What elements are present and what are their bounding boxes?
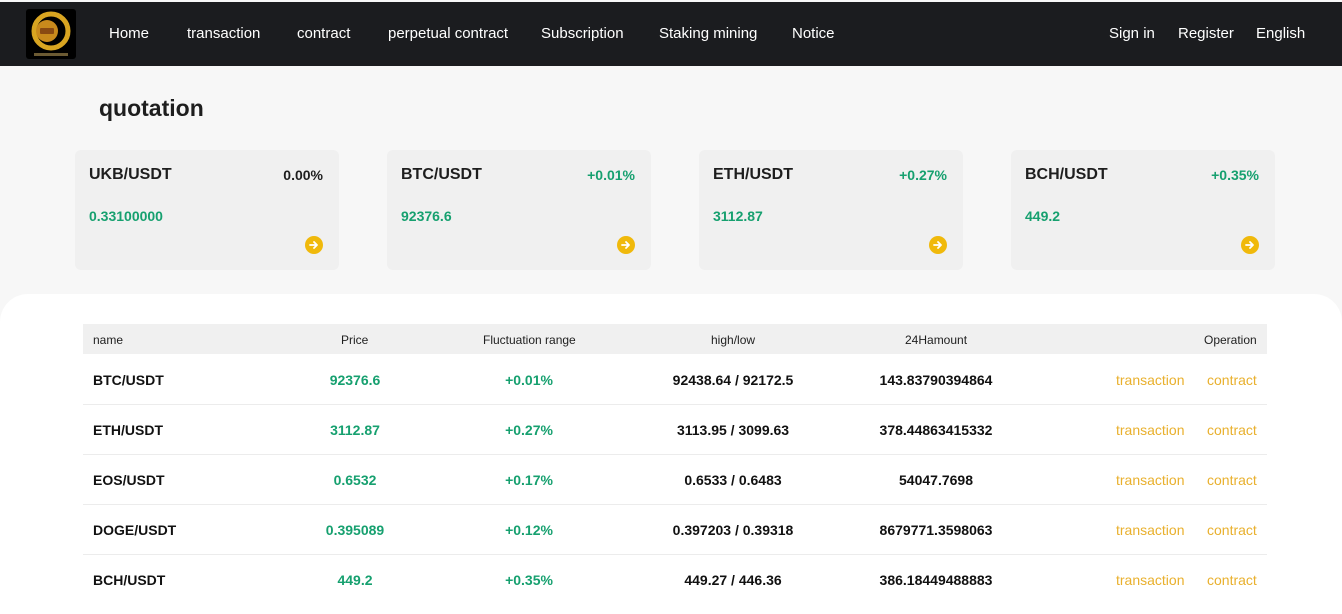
card-price: 3112.87	[713, 208, 763, 224]
contract-link[interactable]: contract	[1207, 522, 1257, 538]
card-symbol: ETH/USDT	[713, 166, 793, 183]
header-24h-amount: 24Hamount	[905, 333, 968, 347]
row-high-low: 3113.95 / 3099.63	[676, 422, 790, 438]
row-change: +0.35%	[505, 572, 553, 588]
quote-card[interactable]: ETH/USDT +0.27% 3112.87	[699, 150, 963, 270]
contract-link[interactable]: contract	[1207, 572, 1257, 588]
card-change: +0.01%	[587, 167, 635, 183]
transaction-link[interactable]: transaction	[1116, 472, 1184, 488]
arrow-right-circle-icon[interactable]	[305, 236, 323, 254]
header-change: Fluctuation range	[483, 333, 576, 347]
card-change: +0.35%	[1211, 167, 1259, 183]
row-amount: 54047.7698	[899, 472, 973, 488]
sign-in-link[interactable]: Sign in	[1109, 25, 1155, 42]
table-row[interactable]: BCH/USDT 449.2 +0.35% 449.27 / 446.36 38…	[83, 554, 1267, 604]
nav-transaction[interactable]: transaction	[187, 25, 260, 42]
table-row[interactable]: ETH/USDT 3112.87 +0.27% 3113.95 / 3099.6…	[83, 404, 1267, 455]
page-title: quotation	[99, 95, 204, 121]
row-amount: 143.83790394864	[879, 372, 993, 388]
transaction-link[interactable]: transaction	[1116, 522, 1184, 538]
header-high-low: high/low	[711, 333, 756, 347]
nav-home[interactable]: Home	[109, 25, 149, 42]
table-row[interactable]: EOS/USDT 0.6532 +0.17% 0.6533 / 0.6483 5…	[83, 454, 1267, 505]
quote-card[interactable]: BCH/USDT +0.35% 449.2	[1011, 150, 1275, 270]
row-price: 3112.87	[330, 422, 380, 438]
contract-link[interactable]: contract	[1207, 422, 1257, 438]
card-change: 0.00%	[283, 167, 323, 183]
quote-card[interactable]: BTC/USDT +0.01% 92376.6	[387, 150, 651, 270]
table-header: name Price Fluctuation range high/low 24…	[83, 324, 1267, 354]
row-price: 0.6532	[333, 472, 377, 488]
table-row[interactable]: DOGE/USDT 0.395089 +0.12% 0.397203 / 0.3…	[83, 504, 1267, 555]
register-link[interactable]: Register	[1178, 25, 1234, 42]
top-navbar: Home transaction contract perpetual cont…	[0, 2, 1342, 66]
row-amount: 386.18449488883	[879, 572, 993, 588]
card-price: 0.33100000	[89, 208, 163, 224]
contract-link[interactable]: contract	[1207, 472, 1257, 488]
row-change: +0.27%	[505, 422, 553, 438]
gold-coin-logo-icon	[31, 11, 71, 56]
row-change: +0.01%	[505, 372, 553, 388]
card-symbol: BTC/USDT	[401, 166, 482, 183]
row-high-low: 449.27 / 446.36	[684, 572, 782, 588]
table-row[interactable]: BTC/USDT 92376.6 +0.01% 92438.64 / 92172…	[83, 354, 1267, 405]
row-high-low: 92438.64 / 92172.5	[672, 372, 794, 388]
quote-card[interactable]: UKB/USDT 0.00% 0.33100000	[75, 150, 339, 270]
transaction-link[interactable]: transaction	[1116, 422, 1184, 438]
contract-link[interactable]: contract	[1207, 372, 1257, 388]
card-symbol: UKB/USDT	[89, 166, 172, 183]
row-high-low: 0.6533 / 0.6483	[684, 472, 782, 488]
arrow-right-circle-icon[interactable]	[929, 236, 947, 254]
row-change: +0.12%	[505, 522, 553, 538]
row-price: 92376.6	[329, 372, 381, 388]
nav-contract[interactable]: contract	[297, 25, 350, 42]
row-high-low: 0.397203 / 0.39318	[672, 522, 794, 538]
row-amount: 378.44863415332	[879, 422, 993, 438]
nav-staking-mining[interactable]: Staking mining	[659, 25, 757, 42]
nav-subscription[interactable]: Subscription	[541, 25, 624, 42]
header-operation: Operation	[1204, 333, 1257, 347]
row-price: 0.395089	[325, 522, 385, 538]
header-name: name	[93, 333, 124, 347]
row-name: DOGE/USDT	[93, 522, 177, 538]
row-name: BCH/USDT	[93, 572, 166, 588]
header-price: Price	[341, 333, 369, 347]
card-price: 449.2	[1025, 208, 1061, 224]
transaction-link[interactable]: transaction	[1116, 572, 1184, 588]
language-selector[interactable]: English	[1256, 25, 1305, 42]
row-name: BTC/USDT	[93, 372, 164, 388]
card-change: +0.27%	[899, 167, 947, 183]
row-change: +0.17%	[505, 472, 553, 488]
row-name: ETH/USDT	[93, 422, 163, 438]
row-name: EOS/USDT	[93, 472, 165, 488]
row-amount: 8679771.3598063	[879, 522, 993, 538]
transaction-link[interactable]: transaction	[1116, 372, 1184, 388]
row-price: 449.2	[337, 572, 373, 588]
nav-perpetual-contract[interactable]: perpetual contract	[388, 25, 508, 42]
card-symbol: BCH/USDT	[1025, 166, 1108, 183]
arrow-right-circle-icon[interactable]	[617, 236, 635, 254]
logo[interactable]	[26, 9, 76, 59]
arrow-right-circle-icon[interactable]	[1241, 236, 1259, 254]
card-price: 92376.6	[401, 208, 452, 224]
nav-notice[interactable]: Notice	[792, 25, 835, 42]
